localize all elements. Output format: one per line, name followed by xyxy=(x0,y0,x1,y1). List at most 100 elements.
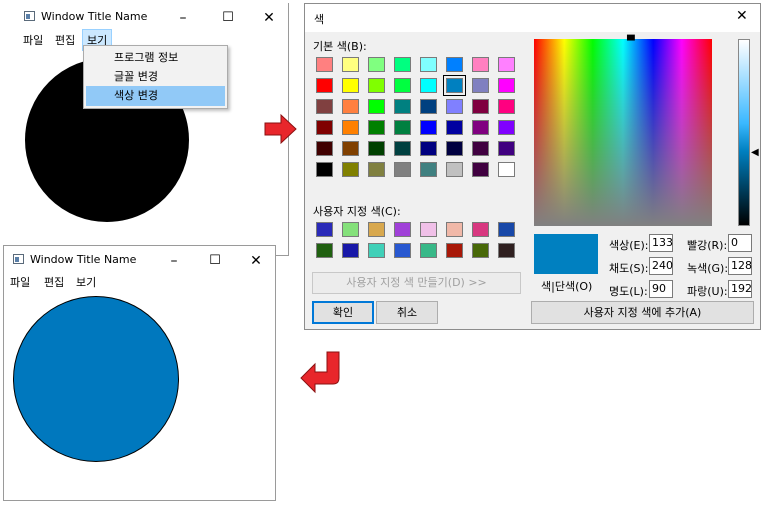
basic-color-swatch[interactable] xyxy=(394,120,411,135)
custom-color-swatch[interactable] xyxy=(316,222,333,237)
basic-color-swatch[interactable] xyxy=(342,162,359,177)
basic-color-swatch[interactable] xyxy=(394,162,411,177)
custom-color-swatch[interactable] xyxy=(498,243,515,258)
basic-color-swatch[interactable] xyxy=(420,78,437,93)
close-icon[interactable]: ✕ xyxy=(736,8,748,24)
basic-color-swatch[interactable] xyxy=(446,162,463,177)
basic-color-swatch[interactable] xyxy=(342,57,359,72)
basic-color-swatch[interactable] xyxy=(368,120,385,135)
sat-input[interactable]: 240 xyxy=(649,257,673,275)
basic-color-swatch[interactable] xyxy=(316,120,333,135)
custom-color-swatch[interactable] xyxy=(420,222,437,237)
basic-color-swatch[interactable] xyxy=(420,162,437,177)
menu-file[interactable]: 파일 xyxy=(23,32,43,48)
solid-color-label[interactable]: 색|단색(O) xyxy=(541,278,592,294)
blue-input[interactable]: 192 xyxy=(728,280,752,298)
basic-color-swatch[interactable] xyxy=(420,120,437,135)
custom-color-swatch[interactable] xyxy=(498,222,515,237)
basic-color-swatch[interactable] xyxy=(316,141,333,156)
bottom-window: Window Title Name – ☐ ✕ 파일 편집 보기 xyxy=(3,245,276,501)
custom-color-swatch[interactable] xyxy=(420,243,437,258)
basic-color-swatch[interactable] xyxy=(368,141,385,156)
custom-color-swatch[interactable] xyxy=(368,222,385,237)
basic-color-swatch[interactable] xyxy=(472,78,489,93)
basic-color-swatch[interactable] xyxy=(394,57,411,72)
basic-color-swatch[interactable] xyxy=(368,57,385,72)
basic-color-swatch[interactable] xyxy=(472,162,489,177)
menu-item-change-color[interactable]: 색상 변경 xyxy=(86,86,225,106)
basic-color-swatch[interactable] xyxy=(446,141,463,156)
close-icon[interactable]: ✕ xyxy=(249,3,289,33)
menu-edit[interactable]: 편집 xyxy=(55,32,75,48)
hue-input[interactable]: 133 xyxy=(649,234,673,252)
menu-item-change-font[interactable]: 글꼴 변경 xyxy=(86,67,225,87)
basic-color-swatch[interactable] xyxy=(316,78,333,93)
cancel-button[interactable]: 취소 xyxy=(376,301,438,324)
menu-item-program-info[interactable]: 프로그램 정보 xyxy=(86,48,225,68)
menu-file[interactable]: 파일 xyxy=(10,274,30,290)
basic-color-swatch[interactable] xyxy=(420,99,437,114)
basic-color-swatch[interactable] xyxy=(498,120,515,135)
basic-color-swatch[interactable] xyxy=(342,120,359,135)
blue-circle xyxy=(13,296,179,462)
basic-color-swatch[interactable] xyxy=(472,120,489,135)
basic-color-swatch[interactable] xyxy=(446,57,463,72)
minimize-icon[interactable]: – xyxy=(163,3,203,33)
ok-button[interactable]: 확인 xyxy=(312,301,374,324)
basic-color-swatch[interactable] xyxy=(316,162,333,177)
basic-color-swatch[interactable] xyxy=(368,78,385,93)
basic-color-swatch[interactable] xyxy=(498,162,515,177)
basic-color-swatch[interactable] xyxy=(368,99,385,114)
basic-color-swatch[interactable] xyxy=(342,141,359,156)
basic-color-swatch[interactable] xyxy=(446,99,463,114)
menu-edit[interactable]: 편집 xyxy=(44,274,64,290)
menu-view[interactable]: 보기 xyxy=(76,274,96,290)
custom-color-swatch[interactable] xyxy=(472,243,489,258)
basic-color-swatch[interactable] xyxy=(420,141,437,156)
custom-color-swatch[interactable] xyxy=(394,243,411,258)
basic-color-swatch[interactable] xyxy=(316,57,333,72)
custom-color-swatch[interactable] xyxy=(394,222,411,237)
basic-color-swatch[interactable] xyxy=(472,141,489,156)
maximize-icon[interactable]: ☐ xyxy=(208,3,248,33)
color-spectrum[interactable] xyxy=(534,39,712,226)
bottom-window-titlebar[interactable]: Window Title Name – ☐ ✕ xyxy=(4,246,275,276)
basic-color-swatch[interactable] xyxy=(472,57,489,72)
basic-color-swatch[interactable] xyxy=(472,99,489,114)
minimize-icon[interactable]: – xyxy=(154,246,194,276)
custom-color-swatch[interactable] xyxy=(472,222,489,237)
red-input[interactable]: 0 xyxy=(728,234,752,252)
define-custom-colors-button[interactable]: 사용자 지정 색 만들기(D) >> xyxy=(312,272,521,294)
custom-color-swatch[interactable] xyxy=(342,222,359,237)
basic-color-swatch[interactable] xyxy=(498,99,515,114)
luminance-arrow-icon[interactable]: ◀ xyxy=(751,147,759,158)
top-window-titlebar[interactable]: Window Title Name – ☐ ✕ xyxy=(15,3,288,33)
dialog-titlebar[interactable]: 색 ✕ xyxy=(305,4,760,32)
basic-color-swatch[interactable] xyxy=(498,78,515,93)
basic-color-swatch[interactable] xyxy=(316,99,333,114)
maximize-icon[interactable]: ☐ xyxy=(195,246,235,276)
close-icon[interactable]: ✕ xyxy=(236,246,276,276)
basic-color-swatch[interactable] xyxy=(498,57,515,72)
luminance-slider[interactable] xyxy=(738,39,750,226)
custom-color-swatch[interactable] xyxy=(446,222,463,237)
add-to-custom-colors-button[interactable]: 사용자 지정 색에 추가(A) xyxy=(531,301,754,324)
basic-color-swatch[interactable] xyxy=(443,75,466,96)
basic-color-swatch[interactable] xyxy=(342,99,359,114)
basic-color-swatch[interactable] xyxy=(394,78,411,93)
basic-color-swatch[interactable] xyxy=(394,99,411,114)
custom-color-swatch[interactable] xyxy=(368,243,385,258)
basic-color-swatch[interactable] xyxy=(368,162,385,177)
green-input[interactable]: 128 xyxy=(728,257,752,275)
custom-color-swatch[interactable] xyxy=(316,243,333,258)
window-title: Window Title Name xyxy=(41,10,148,23)
basic-color-swatch[interactable] xyxy=(342,78,359,93)
basic-color-swatch[interactable] xyxy=(498,141,515,156)
basic-color-swatch[interactable] xyxy=(394,141,411,156)
lum-input[interactable]: 90 xyxy=(649,280,673,298)
basic-color-swatch[interactable] xyxy=(446,120,463,135)
crosshair-icon[interactable]: ▀ xyxy=(627,37,635,47)
custom-color-swatch[interactable] xyxy=(446,243,463,258)
custom-color-swatch[interactable] xyxy=(342,243,359,258)
basic-color-swatch[interactable] xyxy=(420,57,437,72)
